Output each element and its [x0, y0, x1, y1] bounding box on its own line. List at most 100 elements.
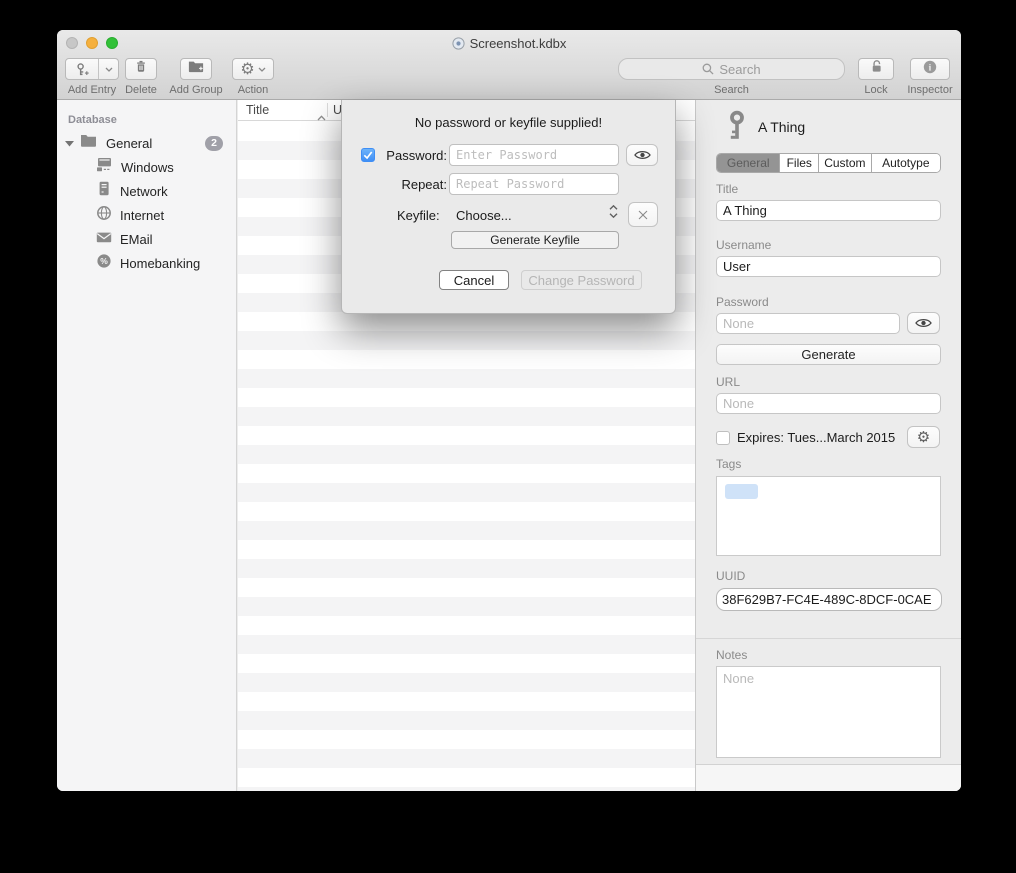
lock-button[interactable] — [858, 58, 894, 80]
sidebar-item-general[interactable]: General 2 — [57, 131, 236, 155]
tab-autotype[interactable]: Autotype — [871, 154, 940, 172]
add-entry-label: Add Entry — [68, 84, 116, 96]
expires-settings-button[interactable]: ⚙ — [907, 426, 940, 448]
add-group-button[interactable] — [180, 58, 212, 80]
expires-label: Expires: Tues...March 2015 — [737, 430, 895, 445]
keyfile-label: Keyfile: — [397, 208, 440, 223]
tag-pill[interactable] — [725, 484, 758, 499]
title-field[interactable] — [716, 200, 941, 221]
password-label: Password: — [377, 148, 447, 163]
svg-text:%: % — [100, 256, 108, 266]
inspector-button[interactable]: i — [910, 58, 950, 80]
sidebar-item-homebanking[interactable]: % Homebanking — [57, 251, 236, 275]
password-field[interactable] — [716, 313, 900, 334]
repeat-label: Repeat: — [377, 177, 447, 192]
reveal-sheet-password-button[interactable] — [626, 144, 658, 166]
generate-password-button[interactable]: Generate — [716, 344, 941, 365]
add-group-label: Add Group — [169, 84, 222, 96]
inspector-entry-title: A Thing — [758, 119, 805, 135]
sidebar-item-label: Network — [120, 184, 168, 199]
username-field[interactable] — [716, 256, 941, 277]
document-proxy-icon — [452, 37, 465, 53]
lock-label: Lock — [864, 84, 887, 96]
sidebar-item-label: Homebanking — [120, 256, 200, 271]
cancel-button[interactable]: Cancel — [439, 270, 509, 290]
inspector-label: Inspector — [907, 84, 952, 96]
sidebar-item-network[interactable]: Network — [57, 179, 236, 203]
clear-keyfile-button[interactable] — [628, 202, 658, 227]
column-header-title[interactable]: Title — [246, 103, 269, 117]
notes-field-label: Notes — [716, 648, 747, 662]
reveal-password-button[interactable] — [907, 312, 940, 334]
search-input[interactable]: Search — [618, 58, 845, 80]
chevron-down-icon — [105, 67, 113, 72]
trash-icon — [134, 59, 148, 79]
panel-divider — [696, 638, 961, 639]
chevron-down-icon — [258, 67, 266, 72]
checkmark-icon — [362, 149, 374, 161]
gear-icon: ⚙ — [917, 430, 930, 445]
username-field-label: Username — [716, 238, 771, 252]
group-sidebar: Database General 2 Windows — [57, 100, 237, 791]
percent-icon: % — [96, 253, 112, 274]
add-entry-button[interactable] — [65, 58, 119, 80]
folder-icon — [80, 134, 97, 152]
inspector-tab-bar: General Files Custom Autotype — [716, 153, 941, 173]
disclosure-triangle-icon[interactable] — [65, 134, 74, 152]
key-plus-icon — [66, 59, 98, 79]
tab-files[interactable]: Files — [779, 154, 818, 172]
tags-field-label: Tags — [716, 457, 741, 471]
password-checkbox[interactable] — [361, 148, 375, 162]
delete-label: Delete — [125, 84, 157, 96]
envelope-icon — [96, 230, 112, 248]
action-label: Action — [238, 84, 269, 96]
change-password-button[interactable]: Change Password — [521, 270, 642, 290]
app-window: Screenshot.kdbx Add Entry Delete — [57, 30, 961, 791]
entry-count-badge: 2 — [205, 136, 223, 151]
uuid-field-label: UUID — [716, 569, 745, 583]
popup-stepper-icon[interactable] — [608, 204, 619, 224]
tab-custom[interactable]: Custom — [818, 154, 871, 172]
expires-checkbox[interactable] — [716, 431, 730, 445]
folder-plus-icon — [188, 60, 204, 78]
lock-open-icon — [869, 59, 884, 79]
sidebar-item-label: General — [106, 136, 152, 151]
sidebar-item-email[interactable]: EMail — [57, 227, 236, 251]
sidebar-item-windows[interactable]: Windows — [57, 155, 236, 179]
eye-icon — [634, 149, 651, 161]
gear-icon: ⚙ — [240, 61, 254, 77]
change-password-sheet: No password or keyfile supplied! Passwor… — [341, 100, 676, 314]
url-field-label: URL — [716, 375, 740, 389]
enter-password-input[interactable] — [449, 144, 619, 166]
sidebar-item-label: Internet — [120, 208, 164, 223]
svg-text:i: i — [929, 63, 932, 73]
delete-button[interactable] — [125, 58, 157, 80]
globe-icon — [96, 205, 112, 226]
titlebar-toolbar: Screenshot.kdbx Add Entry Delete — [57, 30, 961, 100]
generate-keyfile-button[interactable]: Generate Keyfile — [451, 231, 619, 249]
window-title: Screenshot.kdbx — [470, 36, 567, 51]
notes-field[interactable] — [716, 666, 941, 758]
search-icon — [702, 63, 714, 75]
key-icon — [726, 110, 748, 147]
add-entry-dropdown[interactable] — [98, 59, 118, 79]
repeat-password-input[interactable] — [449, 173, 619, 195]
title-field-label: Title — [716, 182, 738, 196]
search-placeholder: Search — [719, 62, 760, 77]
close-x-icon — [637, 209, 649, 221]
server-icon — [96, 181, 112, 201]
column-divider[interactable] — [327, 103, 328, 117]
sidebar-item-label: Windows — [121, 160, 174, 175]
keyfile-popup[interactable]: Choose... — [456, 208, 512, 223]
inspector-panel: A Thing General Files Custom Autotype Ti… — [695, 100, 961, 791]
action-button[interactable]: ⚙ — [232, 58, 274, 80]
sheet-message: No password or keyfile supplied! — [342, 115, 675, 130]
sidebar-item-label: EMail — [120, 232, 153, 247]
uuid-field[interactable]: 38F629B7-FC4E-489C-8DCF-0CAE — [716, 588, 942, 611]
tab-general[interactable]: General — [717, 154, 779, 172]
sidebar-item-internet[interactable]: Internet — [57, 203, 236, 227]
url-field[interactable] — [716, 393, 941, 414]
search-label: Search — [714, 84, 749, 96]
tags-field[interactable] — [716, 476, 941, 556]
windows-icon — [96, 157, 113, 177]
